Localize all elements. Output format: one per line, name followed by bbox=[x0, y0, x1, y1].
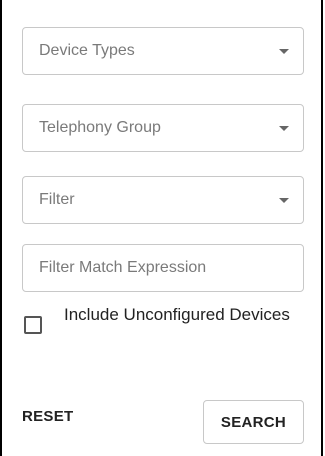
chevron-down-icon bbox=[279, 197, 289, 203]
device-types-label: Device Types bbox=[39, 42, 135, 59]
search-filter-panel: Device Types Telephony Group Filter Filt… bbox=[0, 0, 323, 456]
telephony-group-label: Telephony Group bbox=[39, 119, 161, 136]
chevron-down-icon bbox=[279, 125, 289, 131]
filter-match-expression-placeholder: Filter Match Expression bbox=[39, 259, 207, 276]
include-unconfigured-label: Include Unconfigured Devices bbox=[64, 305, 290, 324]
reset-button[interactable]: RESET bbox=[22, 408, 74, 425]
telephony-group-dropdown[interactable]: Telephony Group bbox=[22, 104, 304, 152]
include-unconfigured-row[interactable]: Include Unconfigured Devices bbox=[24, 305, 290, 334]
chevron-down-icon bbox=[279, 48, 289, 54]
search-button[interactable]: SEARCH bbox=[203, 400, 304, 444]
filter-label: Filter bbox=[39, 191, 75, 208]
include-unconfigured-checkbox[interactable] bbox=[24, 316, 42, 334]
device-types-dropdown[interactable]: Device Types bbox=[22, 27, 304, 75]
filter-match-expression-input[interactable]: Filter Match Expression bbox=[22, 244, 304, 292]
filter-dropdown[interactable]: Filter bbox=[22, 176, 304, 224]
